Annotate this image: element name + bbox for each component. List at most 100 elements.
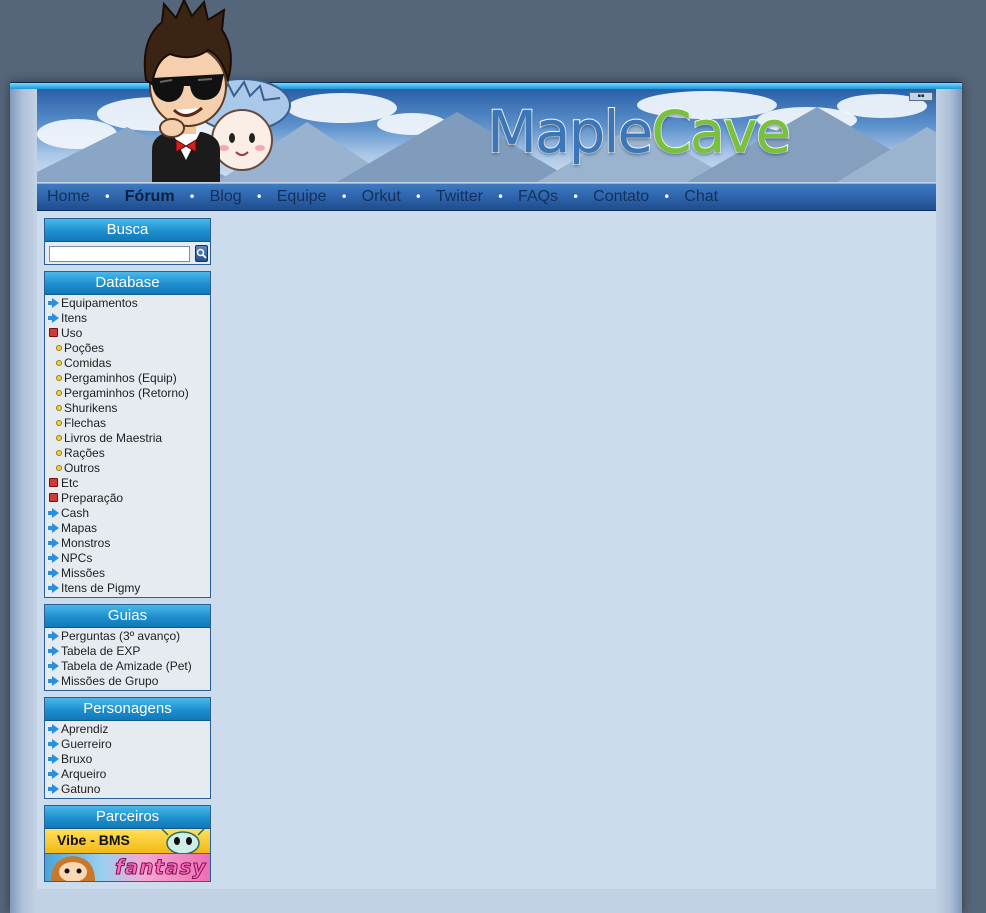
list-item-database[interactable]: Pergaminhos (Retorno) — [46, 385, 210, 400]
search-button[interactable] — [195, 245, 208, 262]
list-item-label: Tabela de EXP — [61, 643, 141, 658]
nav-blog[interactable]: Blog — [210, 188, 242, 206]
list-item-database[interactable]: Monstros — [46, 535, 210, 550]
list-item-database[interactable]: Preparação — [46, 490, 210, 505]
main-nav-bar: Home • Fórum • Blog • Equipe • Orkut • T… — [37, 183, 936, 211]
list-item-guide[interactable]: Perguntas (3º avanço) — [46, 628, 210, 643]
nav-forum[interactable]: Fórum — [125, 188, 175, 206]
list-item-label: Pergaminhos (Equip) — [64, 370, 177, 385]
arrow-icon — [47, 537, 59, 548]
nav-chat[interactable]: Chat — [684, 188, 718, 206]
bullet-icon — [55, 374, 62, 381]
list-item-database[interactable]: Pergaminhos (Equip) — [46, 370, 210, 385]
list-item-label: Livros de Maestria — [64, 430, 163, 445]
arrow-icon — [47, 582, 59, 593]
list-item-database[interactable]: Outros — [46, 460, 210, 475]
list-item-character[interactable]: Aprendiz — [46, 721, 210, 736]
list-item-database[interactable]: Etc — [46, 475, 210, 490]
list-item-label: Cash — [61, 505, 90, 520]
list-item-guide[interactable]: Missões de Grupo — [46, 673, 210, 688]
list-item-database[interactable]: Comidas — [46, 355, 210, 370]
list-item-icon-wrap — [46, 297, 60, 309]
list-item-database[interactable]: Flechas — [46, 415, 210, 430]
site-logo[interactable]: MapleCave — [486, 97, 792, 167]
list-item-icon-wrap — [46, 327, 60, 339]
partner-banner-fantasy[interactable]: fantasy — [45, 854, 210, 881]
bullet-icon — [55, 419, 62, 426]
partner-banner-vibe-bms[interactable]: Vibe - BMS — [45, 829, 210, 854]
list-item-database[interactable]: Poções — [46, 340, 210, 355]
arrow-icon — [47, 522, 59, 533]
list-item-database[interactable]: NPCs — [46, 550, 210, 565]
list-item-icon-wrap — [54, 402, 63, 414]
list-item-database[interactable]: Livros de Maestria — [46, 430, 210, 445]
list-item-guide[interactable]: Tabela de Amizade (Pet) — [46, 658, 210, 673]
expanded-square-icon — [48, 493, 58, 502]
list-item-label: Poções — [64, 340, 105, 355]
expanded-square-icon — [48, 478, 58, 487]
database-box: Database Equipamentos Itens Uso Poções Comid… — [44, 271, 211, 598]
list-item-database[interactable]: Itens de Pigmy — [46, 580, 210, 595]
list-item-database[interactable]: Missões — [46, 565, 210, 580]
list-item-icon-wrap — [54, 432, 63, 444]
nav-faqs[interactable]: FAQs — [518, 188, 558, 206]
guides-list: Perguntas (3º avanço) Tabela de EXP Tabe… — [45, 628, 210, 690]
list-item-character[interactable]: Bruxo — [46, 751, 210, 766]
guides-box-title: Guias — [45, 605, 210, 628]
arrow-icon — [47, 723, 59, 734]
list-item-label: Missões — [61, 565, 106, 580]
main-content-area: Busca Database Equipamentos Itens Uso Poçõe… — [37, 211, 936, 889]
database-box-title: Database — [45, 272, 210, 295]
list-item-icon-wrap — [46, 522, 60, 534]
list-item-database[interactable]: Equipamentos — [46, 295, 210, 310]
list-item-database[interactable]: Uso — [46, 325, 210, 340]
search-input[interactable] — [49, 245, 190, 262]
search-row — [45, 242, 210, 264]
list-item-database[interactable]: Itens — [46, 310, 210, 325]
list-item-character[interactable]: Guerreiro — [46, 736, 210, 751]
small-badge-icon[interactable]: ▪▪ — [909, 92, 933, 101]
logo-cave-text: Cave — [650, 97, 792, 167]
database-list: Equipamentos Itens Uso Poções Comidas Pergami… — [45, 295, 210, 597]
list-item-guide[interactable]: Tabela de EXP — [46, 643, 210, 658]
nav-orkut[interactable]: Orkut — [362, 188, 401, 206]
nav-twitter[interactable]: Twitter — [436, 188, 483, 206]
list-item-database[interactable]: Shurikens — [46, 400, 210, 415]
list-item-label: Missões de Grupo — [61, 673, 159, 688]
list-item-character[interactable]: Gatuno — [46, 781, 210, 796]
search-box: Busca — [44, 218, 211, 265]
list-item-database[interactable]: Rações — [46, 445, 210, 460]
arrow-icon — [47, 552, 59, 563]
list-item-database[interactable]: Cash — [46, 505, 210, 520]
list-item-label: Comidas — [64, 355, 112, 370]
arrow-icon — [47, 645, 59, 656]
magnifier-icon — [196, 248, 207, 259]
partners-box: Parceiros Vibe - BMS fantasy — [44, 805, 211, 882]
list-item-label: Mapas — [61, 520, 98, 535]
partner-banner-label: fantasy — [114, 855, 207, 880]
list-item-label: Tabela de Amizade (Pet) — [61, 658, 192, 673]
list-item-label: Uso — [61, 325, 83, 340]
arrow-icon — [47, 783, 59, 794]
list-item-database[interactable]: Mapas — [46, 520, 210, 535]
list-item-icon-wrap — [54, 372, 63, 384]
partner-character-icon — [51, 856, 95, 881]
list-item-icon-wrap — [46, 312, 60, 324]
list-item-icon-wrap — [46, 492, 60, 504]
list-item-character[interactable]: Arqueiro — [46, 766, 210, 781]
arrow-icon — [47, 675, 59, 686]
guides-box: Guias Perguntas (3º avanço) Tabela de EX… — [44, 604, 211, 691]
arrow-icon — [47, 630, 59, 641]
list-item-label: Rações — [64, 445, 105, 460]
nav-equipe[interactable]: Equipe — [277, 188, 327, 206]
nav-contato[interactable]: Contato — [593, 188, 649, 206]
list-item-icon-wrap — [54, 447, 63, 459]
bullet-icon — [55, 359, 62, 366]
list-item-icon-wrap — [46, 582, 60, 594]
characters-list: Aprendiz Guerreiro Bruxo Arqueiro Gatuno — [45, 721, 210, 798]
list-item-label: Etc — [61, 475, 79, 490]
nav-home[interactable]: Home — [47, 188, 90, 206]
list-item-label: Pergaminhos (Retorno) — [64, 385, 189, 400]
list-item-label: NPCs — [61, 550, 93, 565]
nav-separator: • — [414, 190, 422, 204]
